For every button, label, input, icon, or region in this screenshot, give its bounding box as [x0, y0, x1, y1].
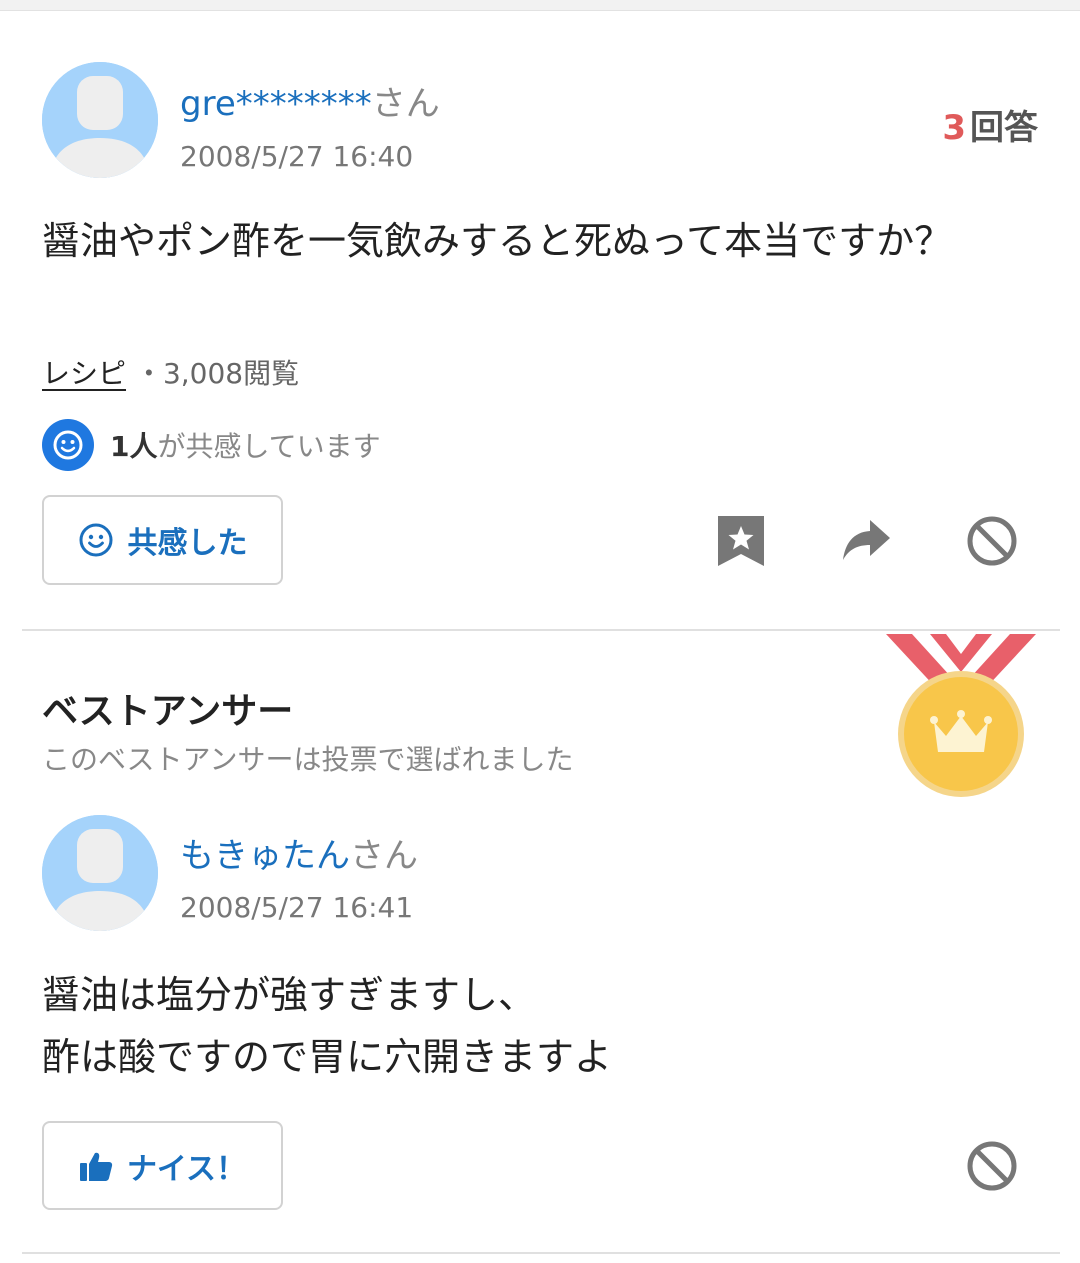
- best-answer-subtitle: このベストアンサーは投票で選ばれました: [42, 743, 574, 776]
- answer-user-avatar[interactable]: [42, 815, 158, 931]
- default-user-avatar-icon: [42, 815, 158, 931]
- bookmark-star-icon[interactable]: [716, 514, 766, 568]
- top-divider: [0, 0, 1080, 11]
- question-user-avatar[interactable]: [42, 62, 158, 178]
- crown-medal-icon: [886, 634, 1036, 797]
- empathy-summary: 1人 が共感しています: [42, 418, 381, 472]
- smile-icon: [42, 419, 94, 471]
- empathy-count: 1人: [110, 430, 158, 463]
- nice-button[interactable]: ナイス！: [42, 1121, 283, 1210]
- view-count: 3,008閲覧: [162, 357, 300, 390]
- answer-line: 酢は酸ですので胃に穴開きますよ: [42, 1035, 613, 1079]
- question-date: 2008/5/27 16:40: [180, 140, 414, 173]
- answer-username[interactable]: もきゅたんさん: [180, 828, 418, 877]
- answer-line: 醤油は塩分が強すぎますし、: [42, 973, 537, 1017]
- share-arrow-icon[interactable]: [840, 516, 892, 564]
- answer-username-honorific: さん: [350, 836, 418, 876]
- question-username-name[interactable]: gre********: [180, 84, 372, 124]
- answer-username-name[interactable]: もきゅたん: [180, 836, 350, 876]
- answer-count-number: 3: [942, 108, 966, 148]
- question-username[interactable]: gre********さん: [180, 76, 440, 125]
- nice-button-label: ナイス！: [126, 1151, 247, 1187]
- empathy-button[interactable]: 共感した: [42, 495, 283, 585]
- default-user-avatar-icon: [42, 62, 158, 178]
- question-username-honorific: さん: [371, 84, 440, 124]
- answer-count-label: 回答: [970, 108, 1038, 148]
- answer-text: 醤油は塩分が強すぎますし、 酢は酸ですので胃に穴開きますよ: [42, 964, 612, 1088]
- block-icon[interactable]: [966, 515, 1018, 567]
- answer-date: 2008/5/27 16:41: [180, 891, 414, 924]
- thumbs-up-icon: [79, 1152, 113, 1181]
- meta-separator: ・: [134, 357, 163, 390]
- empathy-button-label: 共感した: [127, 526, 248, 561]
- question-meta: レシピ ・3,008閲覧: [42, 352, 299, 392]
- best-answer-title: ベストアンサー: [42, 691, 294, 732]
- category-link[interactable]: レシピ: [42, 357, 126, 390]
- answer-count[interactable]: 3 回答: [942, 100, 1038, 149]
- question-text: 醤油やポン酢を一気飲みすると死ぬって本当ですか？: [42, 219, 953, 263]
- empathy-text: が共感しています: [157, 430, 381, 463]
- smile-outline-icon: [79, 523, 112, 557]
- bottom-divider: [22, 1252, 1060, 1254]
- block-icon[interactable]: [966, 1140, 1018, 1192]
